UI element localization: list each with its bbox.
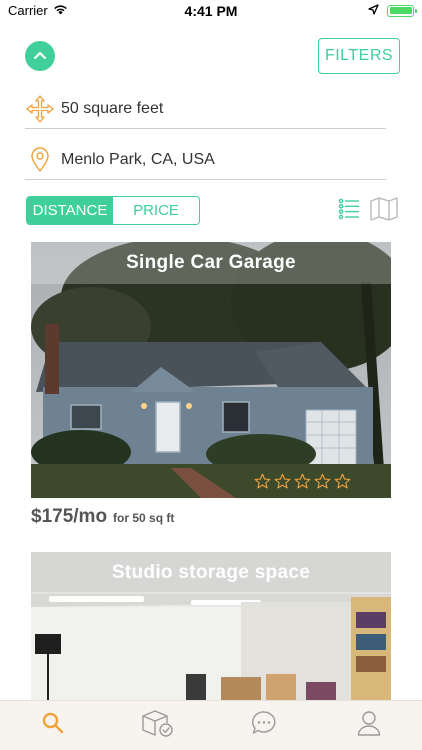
view-toggle xyxy=(338,197,398,226)
status-right xyxy=(368,3,417,18)
listing-card[interactable]: Single Car Garage $175/mo for 50 sq ft xyxy=(31,242,391,528)
move-arrows-icon xyxy=(25,94,55,124)
search-icon xyxy=(41,711,65,740)
location-value: Menlo Park, CA, USA xyxy=(61,150,215,168)
listing-title: Studio storage space xyxy=(31,552,391,594)
list-view-icon[interactable] xyxy=(338,198,360,225)
sort-segmented-control: DISTANCE PRICE xyxy=(26,196,200,225)
star-icon xyxy=(274,473,291,495)
collapse-button[interactable] xyxy=(25,41,55,71)
box-check-icon xyxy=(141,708,175,743)
chevron-up-icon xyxy=(33,47,47,65)
star-icon xyxy=(334,473,351,495)
listing-photo[interactable]: Single Car Garage xyxy=(31,242,391,498)
sort-distance-option[interactable]: DISTANCE xyxy=(27,197,113,224)
listing-title: Single Car Garage xyxy=(31,242,391,284)
tab-search[interactable] xyxy=(23,706,83,746)
map-view-icon[interactable] xyxy=(370,197,398,226)
listing-size-note: for 50 sq ft xyxy=(113,511,175,525)
listing-photo[interactable]: Studio storage space xyxy=(31,552,391,700)
price-line: $175/mo for 50 sq ft xyxy=(31,506,391,528)
star-icon xyxy=(314,473,331,495)
listing-price: $175/mo xyxy=(31,506,108,527)
tab-profile[interactable] xyxy=(339,706,399,746)
location-pin-icon xyxy=(25,146,55,173)
listing-card[interactable]: Studio storage space xyxy=(31,552,391,700)
location-arrow-icon xyxy=(368,3,379,18)
sort-price-option[interactable]: PRICE xyxy=(113,197,199,224)
location-field[interactable]: Menlo Park, CA, USA xyxy=(25,140,386,180)
tab-bar xyxy=(0,700,422,750)
star-icon xyxy=(254,473,271,495)
size-value: 50 square feet xyxy=(61,99,164,117)
status-bar: Carrier 4:41 PM xyxy=(0,0,422,22)
size-field[interactable]: 50 square feet xyxy=(25,89,386,129)
battery-icon xyxy=(387,4,417,17)
rating-stars xyxy=(254,473,351,495)
chat-icon xyxy=(251,710,277,741)
filters-button[interactable]: FILTERS xyxy=(318,38,400,74)
tab-bookings[interactable] xyxy=(128,706,188,746)
profile-icon xyxy=(357,710,381,741)
star-icon xyxy=(294,473,311,495)
clock: 4:41 PM xyxy=(184,3,238,19)
tab-messages[interactable] xyxy=(234,706,294,746)
